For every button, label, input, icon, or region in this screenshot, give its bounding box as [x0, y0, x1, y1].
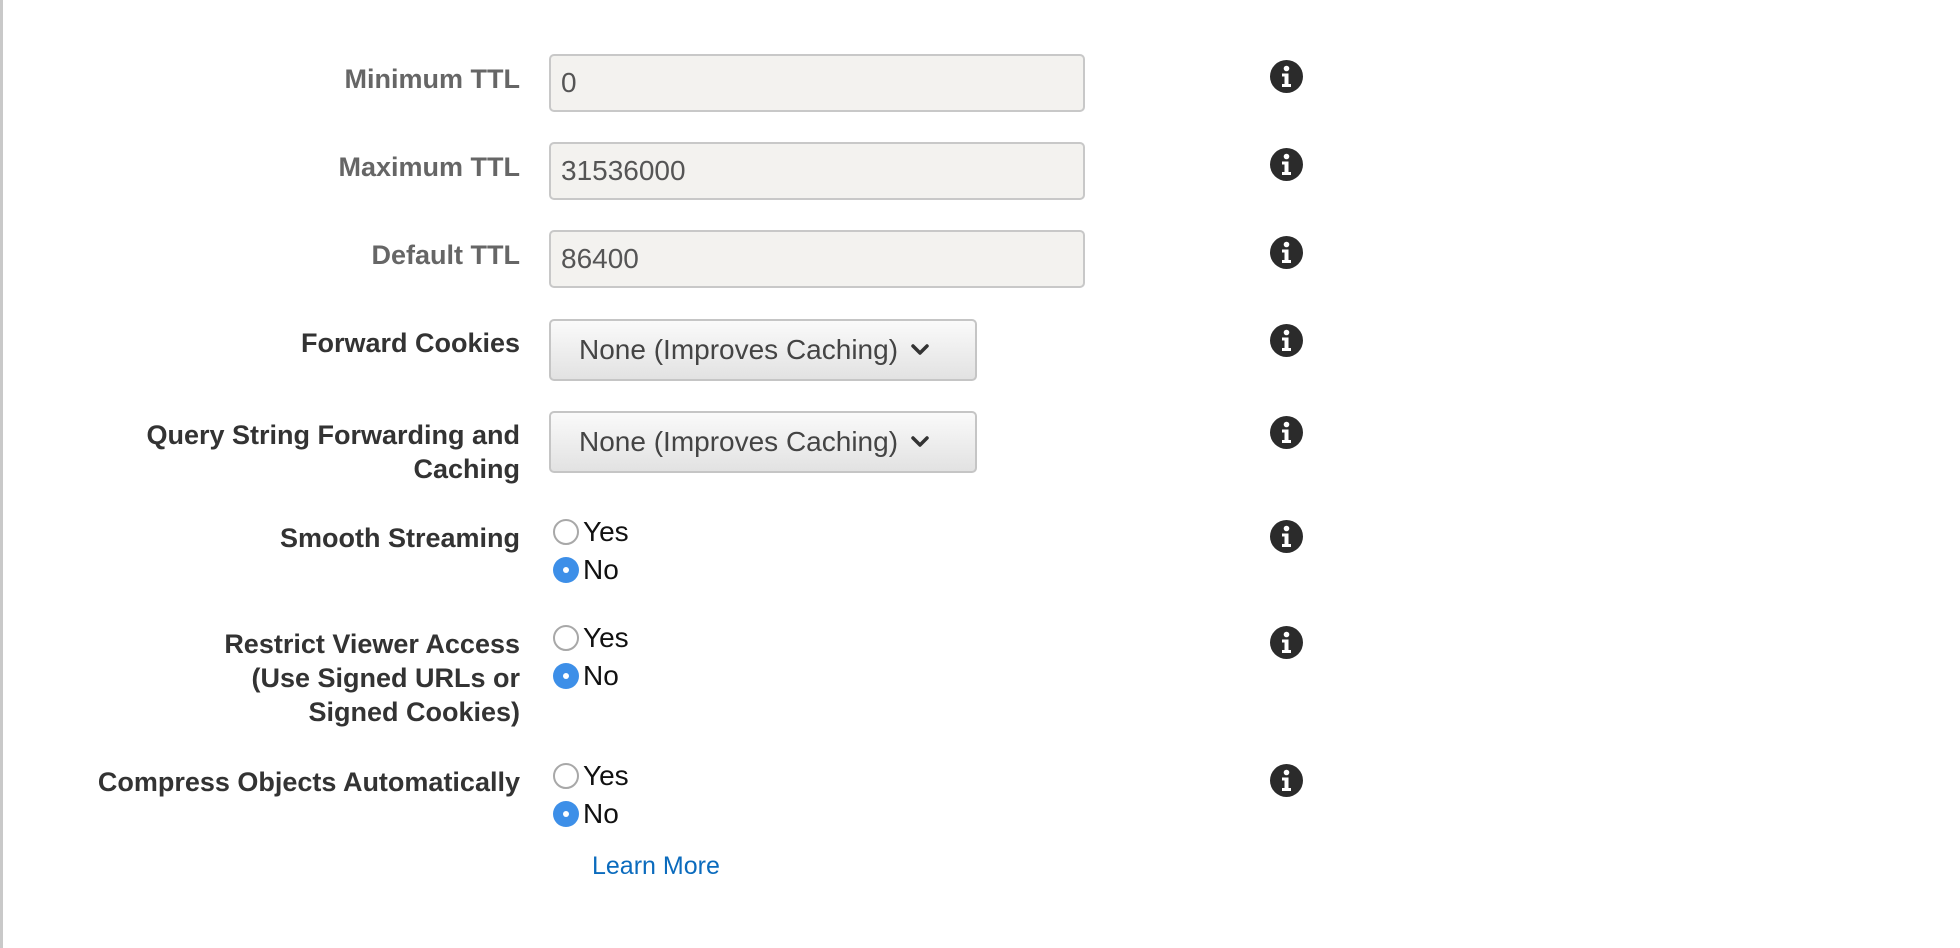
restrict-viewer-access-label: Restrict Viewer Access (Use Signed URLs …	[224, 627, 520, 729]
smooth-streaming-no-option[interactable]: No	[553, 554, 619, 586]
chevron-down-icon	[911, 436, 929, 447]
info-icon[interactable]	[1270, 764, 1303, 797]
query-string-label-line2: Caching	[413, 454, 520, 484]
forward-cookies-select[interactable]: None (Improves Caching)	[549, 319, 977, 381]
info-icon[interactable]	[1270, 60, 1303, 93]
smooth-streaming-yes-label: Yes	[583, 516, 629, 547]
restrict-viewer-access-yes-radio[interactable]	[553, 625, 579, 651]
forward-cookies-label: Forward Cookies	[300, 328, 520, 358]
info-icon[interactable]	[1270, 626, 1303, 659]
info-icon[interactable]	[1270, 520, 1303, 553]
maximum-ttl-input[interactable]	[549, 142, 1085, 200]
restrict-viewer-access-label-line1: Restrict Viewer Access	[224, 629, 520, 659]
learn-more-link[interactable]: Learn More	[592, 852, 720, 881]
default-ttl-input[interactable]	[549, 230, 1085, 288]
restrict-viewer-access-no-option[interactable]: No	[553, 660, 619, 692]
compress-objects-yes-option[interactable]: Yes	[553, 760, 629, 792]
compress-objects-no-option[interactable]: No	[553, 798, 619, 830]
compress-objects-yes-radio[interactable]	[553, 763, 579, 789]
minimum-ttl-input[interactable]	[549, 54, 1085, 112]
restrict-viewer-access-no-radio[interactable]	[553, 663, 579, 689]
query-string-label: Query String Forwarding and Caching	[146, 418, 520, 486]
chevron-down-icon	[911, 344, 929, 355]
smooth-streaming-yes-option[interactable]: Yes	[553, 516, 629, 548]
info-icon[interactable]	[1270, 324, 1303, 357]
compress-objects-yes-label: Yes	[583, 760, 629, 791]
default-ttl-label: Default TTL	[371, 240, 521, 270]
query-string-label-line1: Query String Forwarding and	[146, 420, 520, 450]
restrict-viewer-access-label-line3: Signed Cookies)	[308, 697, 520, 727]
minimum-ttl-label: Minimum TTL	[344, 64, 520, 94]
compress-objects-no-radio[interactable]	[553, 801, 579, 827]
info-icon[interactable]	[1270, 148, 1303, 181]
restrict-viewer-access-yes-label: Yes	[583, 622, 629, 653]
info-icon[interactable]	[1270, 236, 1303, 269]
forward-cookies-selected: None (Improves Caching)	[579, 334, 899, 365]
query-string-select[interactable]: None (Improves Caching)	[549, 411, 977, 473]
query-string-selected: None (Improves Caching)	[579, 426, 899, 457]
smooth-streaming-no-radio[interactable]	[553, 557, 579, 583]
compress-objects-label: Compress Objects Automatically	[97, 767, 520, 797]
compress-objects-no-label: No	[583, 798, 619, 829]
restrict-viewer-access-no-label: No	[583, 660, 619, 691]
info-icon[interactable]	[1270, 416, 1303, 449]
smooth-streaming-label: Smooth Streaming	[279, 523, 520, 553]
restrict-viewer-access-yes-option[interactable]: Yes	[553, 622, 629, 654]
restrict-viewer-access-label-line2: (Use Signed URLs or	[251, 663, 520, 693]
smooth-streaming-yes-radio[interactable]	[553, 519, 579, 545]
left-border	[0, 0, 3, 948]
maximum-ttl-label: Maximum TTL	[338, 152, 520, 182]
smooth-streaming-no-label: No	[583, 554, 619, 585]
